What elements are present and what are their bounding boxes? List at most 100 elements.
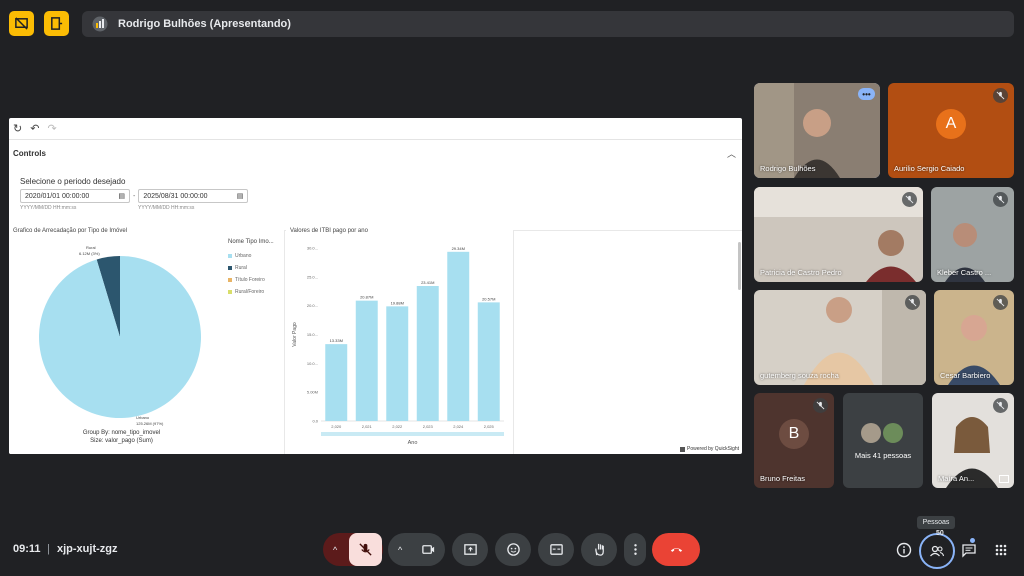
y-axis-label: Valor Pago [292, 322, 298, 347]
powered-by-text: Powered by QuickSight [687, 446, 739, 452]
raise-hand-button[interactable] [581, 533, 617, 566]
separator: | [47, 543, 50, 555]
participant-tile-rodrigo[interactable]: ••• Rodrigo Bulhões [754, 83, 880, 178]
participant-tile-gutemberg[interactable]: gutemberg souza rocha [754, 290, 926, 385]
pie-legend: Nome Tipo Imo... Urbano Rural Título Forei… [228, 239, 274, 301]
chevron-up-icon[interactable]: ^ [333, 545, 337, 555]
legend-label: Rural [235, 265, 247, 271]
more-options-button[interactable]: ••• [858, 88, 875, 100]
legend-swatch [228, 254, 232, 258]
pie-label-urbano-value: 125.26M (97%) [136, 421, 164, 426]
participant-tile-patricia[interactable]: Patricia de Castro Pedro [754, 187, 923, 282]
mic-off-icon [993, 295, 1008, 310]
bar [355, 300, 378, 421]
people-icon[interactable] [926, 540, 948, 562]
legend-title: Nome Tipo Imo... [228, 239, 274, 245]
captions-button[interactable] [538, 533, 574, 566]
hand-icon [594, 543, 604, 556]
pie-label-urbano: Urbano [136, 415, 150, 420]
participant-name: gutemberg souza rocha [760, 371, 839, 380]
bar-visual[interactable]: Valores de ITBI pago por ano 0.0 5.00M 10.… [286, 228, 514, 454]
leave-presentation-button[interactable] [44, 11, 69, 36]
undo-icon[interactable]: ↶ [30, 122, 39, 135]
participant-name: Bruno Freitas [760, 474, 806, 483]
more-participants-tile[interactable]: Mais 41 pessoas [843, 393, 923, 488]
participant-tile-kleber[interactable]: Kleber Castro ... [931, 187, 1014, 282]
pie-title: Grafico de Arrecadação por Tipo de Imóve… [13, 228, 128, 234]
clock: 09:11 [13, 543, 41, 555]
apps-grid-icon [995, 544, 1007, 556]
participant-tile-aurilio[interactable]: A Aurilio Sergio Caiado [888, 83, 1014, 178]
emoji-icon [506, 543, 520, 556]
participant-tile-bruno[interactable]: B Bruno Freitas [754, 393, 834, 488]
camera-toggle-button[interactable] [412, 533, 445, 566]
meeting-details-button[interactable] [893, 539, 915, 561]
legend-label: Título Foreiro [235, 277, 265, 283]
x-tick-label: 2,024 [453, 424, 464, 429]
avatar: A [936, 108, 966, 139]
quicksight-brand: Powered by QuickSight [680, 446, 739, 452]
leave-call-button[interactable] [652, 533, 700, 566]
calendar-icon[interactable]: ▤ [118, 192, 125, 200]
participant-tile-cesar[interactable]: Cesar Barbiero [934, 290, 1014, 385]
x-tick-label: 2,022 [392, 424, 403, 429]
closed-captions-icon [549, 544, 563, 555]
controls-header[interactable]: Controls ︿ [9, 142, 742, 164]
mic-off-icon [905, 295, 920, 310]
redo-icon[interactable]: ↷ [47, 122, 56, 135]
refresh-icon[interactable]: ↻ [13, 122, 22, 135]
end-date-input[interactable]: 2025/08/31 00:00:00 ▤ [138, 189, 249, 203]
legend-item[interactable]: Rural [228, 265, 274, 271]
chevron-up-icon[interactable]: ^ [398, 545, 402, 555]
dashboard-toolbar: ↻ ↶ ↷ [9, 118, 742, 140]
pin-icon[interactable] [999, 475, 1009, 483]
pie-visual[interactable]: Grafico de Arrecadação por Tipo de Imóve… [9, 228, 285, 454]
chat-button[interactable] [958, 539, 980, 561]
camera-control: ^ [388, 533, 445, 566]
presenter-name: Rodrigo Bulhões (Apresentando) [118, 18, 291, 30]
chevron-up-icon[interactable]: ︿ [727, 147, 736, 160]
tooltip: Pessoas [917, 516, 955, 529]
size-text: Size: valor_pago (Sum) [90, 438, 153, 444]
chat-icon [962, 544, 976, 558]
participant-name: Kleber Castro ... [937, 268, 992, 277]
y-tick-label: 0.0 [312, 419, 318, 424]
mic-control: ^ [323, 533, 383, 566]
participant-name: Patricia de Castro Pedro [760, 268, 842, 277]
end-date-value: 2025/08/31 00:00:00 [143, 192, 208, 200]
legend-item[interactable]: Urbano [228, 253, 274, 259]
legend-swatch [228, 278, 232, 282]
stop-presenting-button[interactable] [9, 11, 34, 36]
legend-item[interactable]: Título Foreiro [228, 277, 274, 283]
exit-door-icon [51, 17, 63, 30]
y-tick-label: 5.00M [307, 390, 318, 395]
bar-value-label: 23.41M [421, 280, 434, 285]
x-tick-label: 2,020 [331, 424, 342, 429]
mic-off-icon [993, 398, 1008, 413]
mic-toggle-button[interactable] [349, 533, 382, 566]
start-date-input[interactable]: 2020/01/01 00:00:00 ▤ [20, 189, 130, 203]
bar-value-label: 20.87M [360, 295, 373, 300]
bar [386, 306, 409, 421]
controls-title: Controls [13, 148, 46, 158]
pie-label-rural: Rural [86, 245, 96, 250]
legend-item[interactable]: Rural/Foreiro [228, 289, 274, 295]
x-tick-label: 2,021 [362, 424, 373, 429]
legend-swatch [228, 266, 232, 270]
avatar [883, 423, 903, 443]
bar [477, 302, 500, 421]
participant-tile-maira[interactable]: Maíra An... [932, 393, 1014, 488]
meeting-code: xjp-xujt-zgz [57, 543, 118, 555]
calendar-icon[interactable]: ▤ [237, 192, 244, 200]
present-button[interactable] [452, 533, 488, 566]
more-options-button[interactable] [624, 533, 646, 566]
bar [325, 344, 348, 421]
bar-value-label: 13.33M [330, 338, 343, 343]
reactions-button[interactable] [495, 533, 531, 566]
shared-screen: ↻ ↶ ↷ Controls ︿ Selecione o periodo des… [9, 118, 742, 454]
participant-name: Aurilio Sergio Caiado [894, 164, 965, 173]
info-icon [896, 542, 912, 558]
more-participants-label: Mais 41 pessoas [854, 451, 912, 460]
activities-button[interactable] [990, 539, 1012, 561]
scrollbar[interactable] [738, 242, 741, 290]
